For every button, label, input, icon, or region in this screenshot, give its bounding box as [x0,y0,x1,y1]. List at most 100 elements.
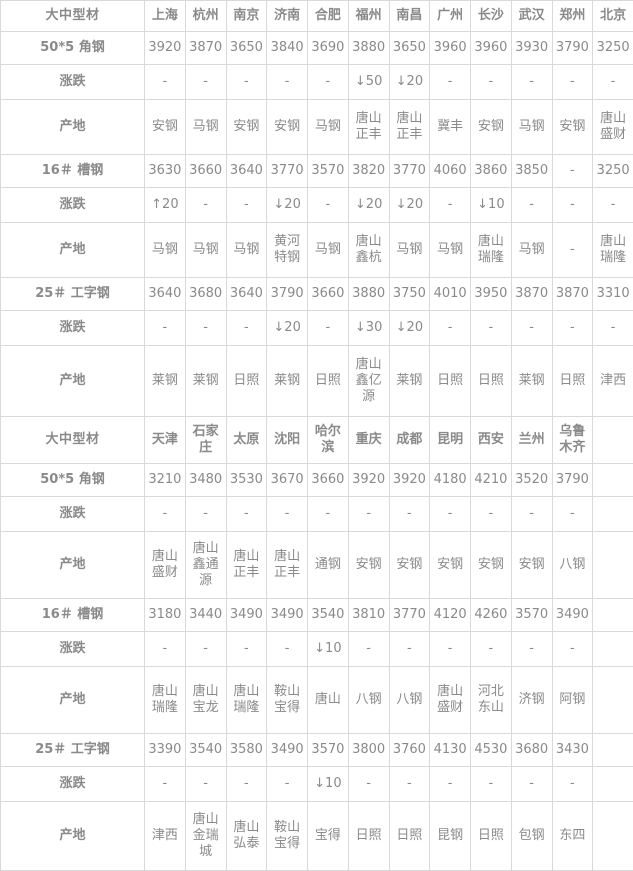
origin-cell: 唐山瑞隆 [593,223,633,278]
change-cell-flat: - [348,497,389,532]
change-cell-down: ↓30 [348,311,389,346]
origin-cell: 唐山宝龙 [185,667,226,734]
header-row: 大中型材上海杭州南京济南合肥福州南昌广州长沙武汉郑州北京 [1,1,633,32]
origin-cell: 鞍山宝得 [267,667,308,734]
row-label-product: 25＃ 工字钢 [1,278,145,311]
price-cell: 3180 [145,599,186,632]
price-cell: 4120 [430,599,471,632]
price-cell: - [552,155,593,188]
origin-cell: 津西 [593,346,633,417]
origin-cell: 通钢 [308,532,349,599]
origin-cell: 日照 [430,346,471,417]
change-cell-down: ↓20 [267,188,308,223]
change-cell-flat: - [471,497,512,532]
origin-cell: 唐山 [308,667,349,734]
origin-cell: 津西 [145,802,186,871]
header-cell-city: 哈尔滨 [308,417,349,464]
change-cell-down: ↓20 [389,311,430,346]
row-label-change: 涨跌 [1,311,145,346]
price-cell: 3670 [267,464,308,497]
origin-cell: 莱钢 [185,346,226,417]
change-cell-flat: - [552,188,593,223]
row-label-origin: 产地 [1,100,145,155]
origin-cell: 马钢 [308,100,349,155]
origin-cell: 宝得 [308,802,349,871]
origin-cell: 安钢 [226,100,267,155]
origin-row: 产地唐山瑞隆唐山宝龙唐山瑞隆鞍山宝得唐山八钢八钢唐山盛财河北东山济钢阿钢 [1,667,633,734]
price-cell: 3570 [511,599,552,632]
change-cell-down: ↓20 [389,65,430,100]
header-cell-city: 西安 [471,417,512,464]
change-cell-flat: - [145,632,186,667]
price-cell: 3480 [185,464,226,497]
price-cell: 3790 [552,32,593,65]
price-cell: 3640 [226,278,267,311]
origin-cell: 日照 [471,802,512,871]
row-label-product: 50*5 角钢 [1,464,145,497]
price-cell: 3520 [511,464,552,497]
origin-cell: 安钢 [471,100,512,155]
origin-cell: 日照 [226,346,267,417]
origin-cell: 莱钢 [511,346,552,417]
price-cell: 3250 [593,32,633,65]
header-cell-empty [593,417,633,464]
change-row: 涨跌↑20--↓20-↓20↓20-↓10--- [1,188,633,223]
price-cell: 3810 [348,599,389,632]
origin-cell: 唐山正丰 [226,532,267,599]
price-cell: 4260 [471,599,512,632]
change-cell-flat: - [226,497,267,532]
price-cell: 3210 [145,464,186,497]
header-cell-city: 兰州 [511,417,552,464]
origin-cell: 安钢 [430,532,471,599]
origin-cell: 唐山瑞隆 [226,667,267,734]
price-cell: 3770 [267,155,308,188]
change-cell-flat: - [348,632,389,667]
change-cell-flat: - [185,632,226,667]
header-cell-city: 太原 [226,417,267,464]
origin-cell: 唐山正丰 [348,100,389,155]
price-cell: 3390 [145,734,186,767]
price-cell: 3490 [267,599,308,632]
origin-cell: 安钢 [552,100,593,155]
price-cell: 3580 [226,734,267,767]
price-cell: 3770 [389,155,430,188]
origin-cell: 阿钢 [552,667,593,734]
change-cell-flat: - [552,311,593,346]
origin-cell: 唐山弘泰 [226,802,267,871]
change-cell-empty [593,767,633,802]
change-row: 涨跌----↓10------ [1,632,633,667]
price-cell: 3540 [185,734,226,767]
origin-cell: 日照 [348,802,389,871]
origin-cell: 黄河特钢 [267,223,308,278]
change-cell-flat: - [552,632,593,667]
price-cell: 3880 [348,278,389,311]
change-cell-flat: - [430,65,471,100]
origin-cell: 八钢 [348,667,389,734]
row-label-product: 16＃ 槽钢 [1,599,145,632]
change-cell-flat: - [511,65,552,100]
price-cell: 3660 [308,278,349,311]
price-cell: 3430 [552,734,593,767]
row-label-change: 涨跌 [1,65,145,100]
header-cell-city: 重庆 [348,417,389,464]
origin-cell: - [552,223,593,278]
change-cell-flat: - [348,767,389,802]
change-cell-flat: - [593,188,633,223]
header-cell-city: 石家庄 [185,417,226,464]
origin-cell: 马钢 [185,100,226,155]
change-cell-flat: - [430,632,471,667]
header-cell-city: 南昌 [389,1,430,32]
change-cell-empty [593,632,633,667]
header-cell-city: 昆明 [430,417,471,464]
origin-cell: 鞍山宝得 [267,802,308,871]
origin-cell: 莱钢 [145,346,186,417]
change-cell-flat: - [267,497,308,532]
change-cell-flat: - [471,65,512,100]
origin-cell: 唐山瑞隆 [471,223,512,278]
origin-cell: 东四 [552,802,593,871]
origin-cell: 唐山金瑞城 [185,802,226,871]
origin-cell: 包钢 [511,802,552,871]
row-label-change: 涨跌 [1,497,145,532]
price-cell: 3750 [389,278,430,311]
price-cell: 3870 [552,278,593,311]
